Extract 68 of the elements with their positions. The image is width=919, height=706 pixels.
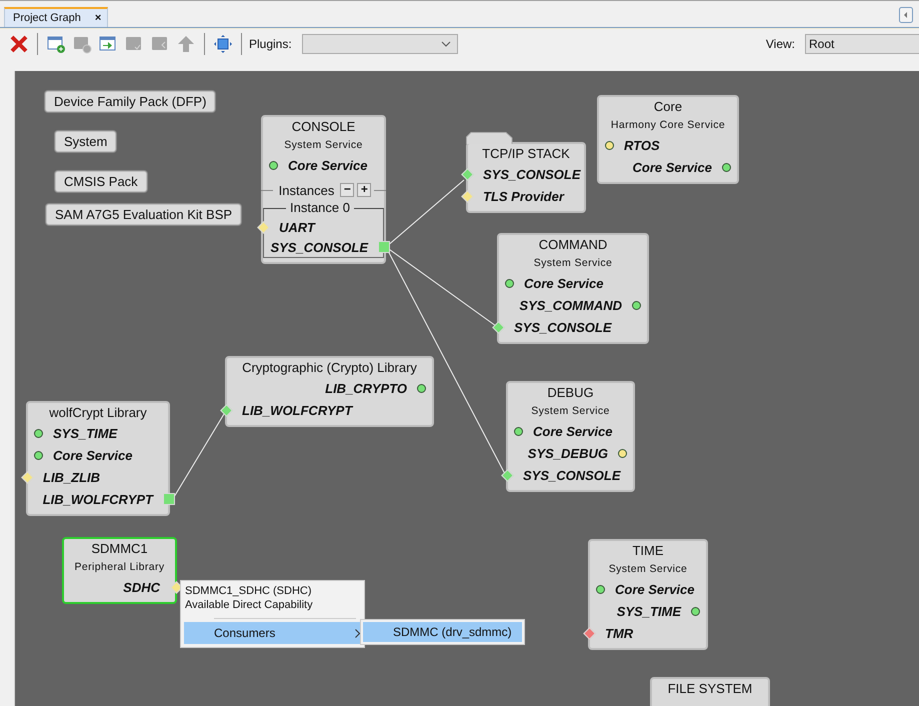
port-label: SYS_CONSOLE: [523, 468, 621, 482]
component-node[interactable]: [506, 381, 635, 492]
port-label: SDHC: [123, 580, 160, 594]
port-label: Core Service: [524, 276, 604, 290]
port-label: LIB_WOLFCRYPT: [242, 402, 352, 418]
port-label: RTOS: [624, 138, 660, 152]
close-icon[interactable]: ×: [94, 12, 102, 24]
component-node[interactable]: [26, 401, 170, 516]
node-subtitle: Peripheral Library: [73, 560, 166, 575]
port-label: SYS_TIME: [616, 604, 681, 618]
scroll-left-button[interactable]: [899, 7, 913, 23]
port-label: TLS Provider: [483, 188, 564, 204]
add-instance-button[interactable]: +: [357, 183, 372, 197]
node-title: Cryptographic (Crypto) Library: [242, 359, 417, 377]
node-subtitle: System Service: [283, 138, 364, 153]
port-label: LIB_ZLIB: [43, 470, 100, 484]
submenu-item[interactable]: SDMMC (drv_sdmmc): [363, 622, 522, 642]
port-label: TMR: [605, 626, 634, 640]
port-label: SYS_TIME: [53, 426, 118, 440]
node-title: FILE SYSTEM: [668, 680, 752, 698]
package-node[interactable]: CMSIS Pack: [55, 171, 147, 192]
component-node[interactable]: [225, 356, 434, 427]
plugins-label: Plugins:: [249, 37, 292, 51]
port-label: SYS_DEBUG: [528, 446, 608, 460]
component-node[interactable]: [261, 115, 386, 264]
node-title: SDMMC1: [91, 540, 148, 558]
port-label: LIB_WOLFCRYPT: [42, 492, 153, 506]
port-label: Core Service: [533, 424, 612, 438]
port-label: Core Service: [632, 160, 712, 174]
port-label: UART: [279, 220, 315, 234]
node-subtitle: Harmony Core Service: [610, 118, 726, 133]
node-title: TCP/IP STACK: [482, 145, 570, 163]
instances-label: Instances: [278, 182, 334, 198]
component-node[interactable]: [497, 233, 649, 344]
node-subtitle: System Service: [530, 404, 611, 419]
menu-info-text: SDMMC1_SDHC (SDHC): [184, 584, 313, 598]
package-node[interactable]: System: [55, 131, 116, 152]
node-title: wolfCrypt Library: [49, 404, 147, 422]
port-label: Core Service: [615, 582, 694, 596]
menu-info-text: Available Direct Capability: [184, 598, 314, 612]
node-subtitle: System Service: [608, 562, 688, 577]
package-node[interactable]: SAM A7G5 Evaluation Kit BSP: [46, 204, 242, 225]
view-label: View:: [766, 37, 795, 51]
component-node[interactable]: [597, 95, 739, 184]
node-subtitle: System Service: [532, 256, 614, 271]
component-node[interactable]: [62, 537, 177, 604]
port-label: SYS_CONSOLE: [483, 166, 581, 182]
port-label: LIB_CRYPTO: [325, 380, 407, 396]
component-node[interactable]: [588, 539, 708, 650]
node-title: TIME: [632, 542, 664, 560]
delete-icon[interactable]: [9, 34, 29, 54]
chevron-down-icon: [440, 41, 451, 47]
port-label: SYS_COMMAND: [519, 298, 622, 312]
port-label: Core Service: [53, 448, 132, 462]
node-title: Core: [654, 98, 682, 116]
remove-instance-button[interactable]: −: [340, 183, 354, 197]
view-dropdown[interactable]: Root: [805, 34, 919, 54]
port-label: SYS_CONSOLE: [270, 240, 368, 254]
package-node[interactable]: Device Family Pack (DFP): [45, 91, 216, 112]
add-window-icon[interactable]: [46, 34, 66, 54]
component-node[interactable]: [466, 142, 586, 213]
fit-view-icon[interactable]: [213, 34, 233, 54]
port-label: SYS_CONSOLE: [514, 320, 612, 334]
node-title: COMMAND: [538, 236, 608, 254]
node-title: CONSOLE: [292, 118, 356, 136]
node-title: DEBUG: [547, 384, 594, 402]
port-label: Core Service: [288, 158, 368, 172]
project-graph-tab[interactable]: Project Graph ×: [4, 7, 108, 27]
